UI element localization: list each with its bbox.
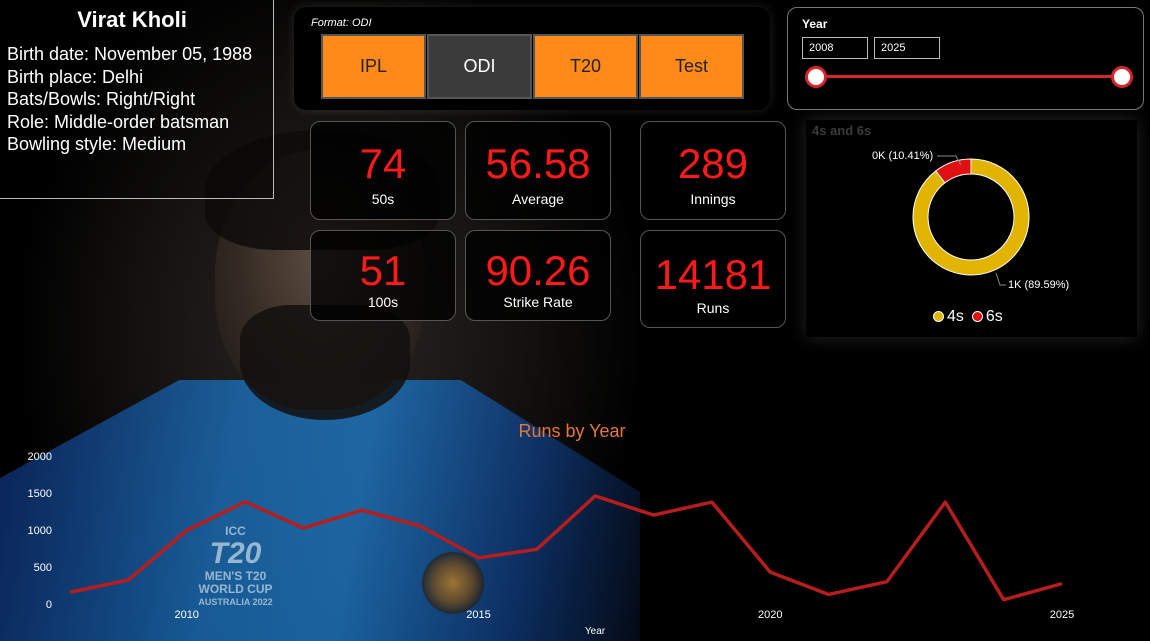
legend-label-6s: 6s	[985, 308, 1003, 325]
year-start-input[interactable]: 2008	[802, 37, 868, 59]
kpi-label: 100s	[367, 294, 399, 310]
leader-line-4s	[995, 272, 1006, 286]
kpi-innings: 289 Innings	[640, 121, 786, 220]
y-tick-label: 2000	[28, 451, 52, 463]
year-slicer: Year 2008 2025	[787, 7, 1144, 110]
year-start-handle[interactable]	[805, 66, 827, 88]
kpi-label: 50s	[371, 191, 395, 207]
y-tick-label: 0	[46, 599, 52, 611]
kpi-value: 56.58	[485, 140, 591, 187]
bats-bowls: Bats/Bowls: Right/Right	[7, 89, 196, 109]
kpi-100s: 51 100s	[310, 230, 456, 321]
data-label-6s: 0K (10.41%)	[872, 150, 934, 162]
kpi-value: 74	[359, 140, 407, 187]
format-slicer: Format: ODI IPL ODI T20 Test	[294, 7, 770, 110]
kpi-label: Innings	[690, 191, 736, 207]
legend-item-4s[interactable]: 4s	[933, 308, 964, 326]
player-info-card: Virat Kholi Birth date: November 05, 198…	[0, 0, 274, 199]
kpi-label: Average	[512, 191, 564, 207]
birth-date: Birth date: November 05, 1988	[7, 44, 253, 64]
year-end-input[interactable]: 2025	[874, 37, 940, 59]
donut-legend: 4s 6s	[933, 308, 1003, 326]
format-button-test[interactable]: Test	[639, 34, 744, 99]
line-chart-svg: Runs by Year Year 0 500 1000 1500 2000 2010 20…	[28, 421, 1075, 637]
kpi-value: 90.26	[485, 247, 591, 294]
kpi-average: 56.58 Average	[465, 121, 611, 220]
role: Role: Middle-order batsman	[7, 111, 230, 132]
legend-dot-6s	[971, 311, 983, 322]
y-tick-label: 1500	[28, 488, 52, 500]
format-label: Format: ODI	[311, 17, 372, 29]
player-name: Virat Kholi	[77, 7, 187, 32]
x-tick-label: 2010	[174, 609, 198, 621]
year-end-handle[interactable]	[1111, 66, 1133, 88]
legend-label-4s: 4s	[947, 308, 964, 325]
year-range-track[interactable]	[816, 75, 1122, 78]
kpi-label: Strike Rate	[503, 294, 573, 310]
beard-shape	[240, 305, 410, 420]
kpi-label: Runs	[696, 300, 730, 316]
legend-dot-4s	[933, 311, 944, 322]
legend-item-6s[interactable]: 6s	[971, 308, 1003, 326]
data-label-4s: 1K (89.59%)	[1008, 279, 1070, 291]
donut-slice-4s[interactable]	[912, 158, 1030, 276]
runs-line-series[interactable]	[69, 494, 1063, 602]
birth-place: Birth place: Delhi	[7, 66, 144, 87]
fours-sixes-donut-card: 4s and 6s 0K (10.41%) 1K (89.59%) 4s 6s	[806, 120, 1137, 337]
x-tick-label: 2025	[1050, 609, 1074, 621]
kpi-value: 289	[677, 140, 749, 187]
runs-by-year-chart: Runs by Year Year 0 500 1000 1500 2000 2010 20…	[0, 410, 1150, 641]
donut-chart	[912, 155, 1030, 286]
format-button-ipl[interactable]: IPL	[321, 34, 426, 99]
y-tick-label: 500	[34, 562, 52, 574]
format-button-t20[interactable]: T20	[533, 34, 638, 99]
kpi-value: 14181	[654, 251, 772, 298]
kpi-50s: 74 50s	[310, 121, 456, 220]
x-tick-label: 2015	[466, 609, 490, 621]
kpi-runs: 14181 Runs	[640, 230, 786, 328]
x-tick-label: 2020	[758, 609, 782, 621]
bowling-style: Bowling style: Medium	[7, 134, 187, 154]
kpi-strike-rate: 90.26 Strike Rate	[465, 230, 611, 321]
x-axis-title: Year	[585, 626, 606, 637]
kpi-value: 51	[359, 247, 407, 294]
chart-title: Runs by Year	[518, 421, 625, 441]
format-button-odi[interactable]: ODI	[427, 34, 532, 99]
y-tick-label: 1000	[28, 525, 52, 537]
year-label: Year	[802, 17, 828, 31]
